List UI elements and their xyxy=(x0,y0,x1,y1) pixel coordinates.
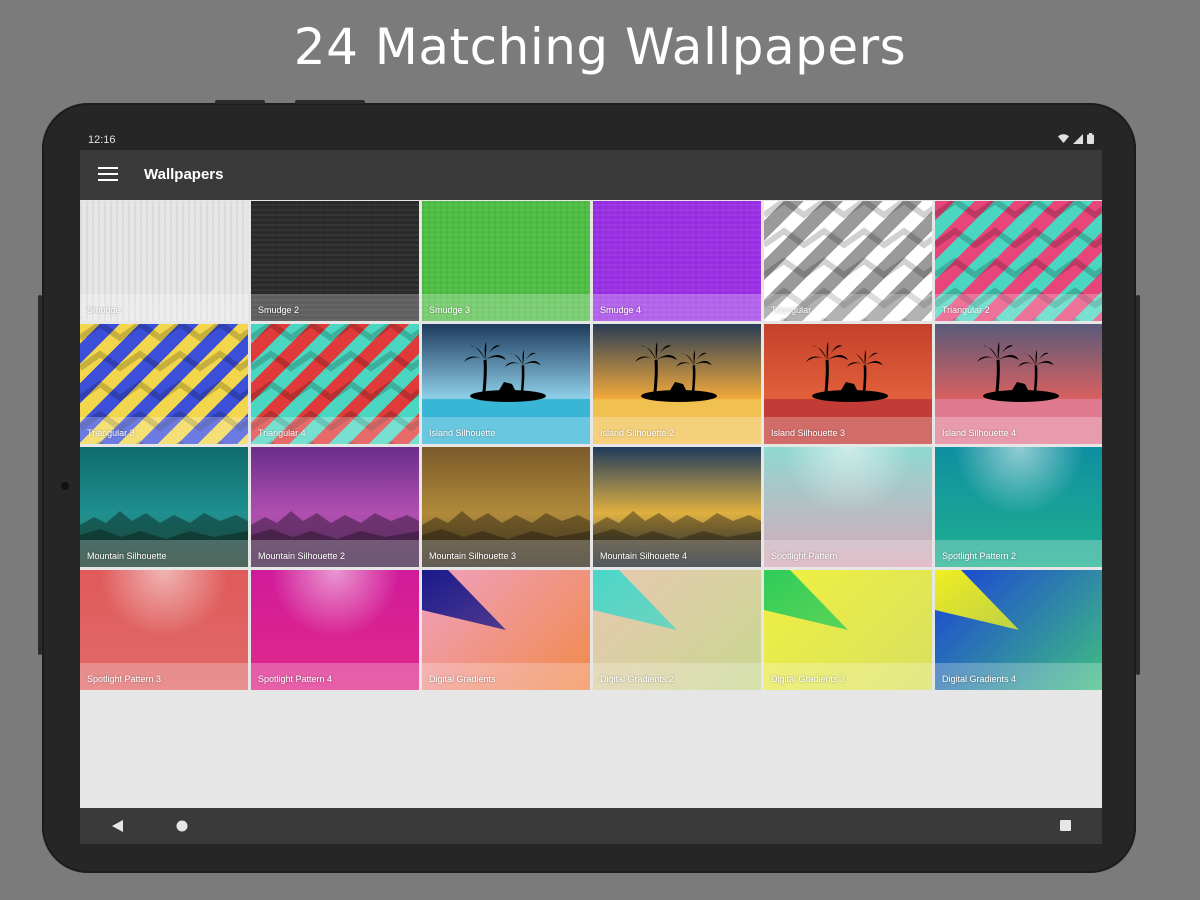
wallpaper-caption-bar: Island Silhouette xyxy=(422,417,590,444)
side-button-right xyxy=(1136,295,1140,675)
wallpaper-caption-bar: Island Silhouette 3 xyxy=(764,417,932,444)
wallpaper-caption-bar: Smudge 4 xyxy=(593,294,761,321)
home-circle-icon[interactable] xyxy=(176,820,188,832)
status-time: 12:16 xyxy=(88,134,116,146)
app-title: Wallpapers xyxy=(144,166,224,183)
wallpaper-caption-bar: Mountain Silhouette 4 xyxy=(593,540,761,567)
wallpaper-caption-bar: Island Silhouette 4 xyxy=(935,417,1102,444)
wallpaper-tile[interactable]: Island Silhouette 4 xyxy=(935,324,1102,444)
wifi-icon xyxy=(1058,133,1069,143)
wallpaper-label: Smudge 3 xyxy=(429,305,471,315)
wallpaper-caption-bar: Spotlight Pattern 4 xyxy=(251,663,419,690)
wallpaper-caption-bar: Mountain Silhouette 3 xyxy=(422,540,590,567)
wallpaper-caption-bar: Triangular 4 xyxy=(251,417,419,444)
app-bar: Wallpapers xyxy=(80,150,1102,200)
wallpaper-caption-bar: Spotlight Pattern 2 xyxy=(935,540,1102,567)
wallpaper-tile[interactable]: Triangular xyxy=(764,201,932,321)
status-bar: 12:16 xyxy=(80,130,1102,150)
wallpaper-label: Triangular 4 xyxy=(258,428,306,438)
wallpaper-label: Mountain Silhouette 3 xyxy=(429,551,517,561)
wallpaper-tile[interactable]: Mountain Silhouette 3 xyxy=(422,447,590,567)
wallpaper-tile[interactable]: Spotlight Pattern 3 xyxy=(80,570,248,690)
wallpaper-label: Island Silhouette 4 xyxy=(942,428,1017,438)
wallpaper-tile[interactable]: Smudge 3 xyxy=(422,201,590,321)
wallpaper-tile[interactable]: Triangular 4 xyxy=(251,324,419,444)
wallpaper-tile[interactable]: Triangular 2 xyxy=(935,201,1102,321)
side-button-left xyxy=(38,295,42,655)
signal-icon xyxy=(1073,133,1083,144)
wallpaper-tile[interactable]: Spotlight Pattern 4 xyxy=(251,570,419,690)
wallpaper-label: Triangular 2 xyxy=(942,305,990,315)
hamburger-menu-icon[interactable] xyxy=(98,167,118,183)
wallpaper-tile[interactable]: Mountain Silhouette 4 xyxy=(593,447,761,567)
wallpaper-label: Mountain Silhouette xyxy=(87,551,167,561)
wallpaper-caption-bar: Smudge xyxy=(80,294,248,321)
wallpaper-caption-bar: Spotlight Pattern xyxy=(764,540,932,567)
wallpaper-label: Spotlight Pattern 2 xyxy=(942,551,1017,561)
wallpaper-tile[interactable]: Spotlight Pattern xyxy=(764,447,932,567)
battery-icon xyxy=(1087,133,1094,144)
wallpaper-label: Triangular xyxy=(771,305,812,315)
wallpaper-tile[interactable]: Triangular 3 xyxy=(80,324,248,444)
back-triangle-icon[interactable] xyxy=(112,820,123,832)
wallpaper-label: Spotlight Pattern xyxy=(771,551,838,561)
wallpaper-caption-bar: Smudge 3 xyxy=(422,294,590,321)
volume-button-down xyxy=(295,100,365,104)
wallpaper-label: Digital Gradients 4 xyxy=(942,674,1017,684)
wallpaper-caption-bar: Digital Gradients 4 xyxy=(935,663,1102,690)
status-icons xyxy=(1058,133,1094,144)
wallpaper-label: Spotlight Pattern 4 xyxy=(258,674,333,684)
headline: 24 Matching Wallpapers xyxy=(293,18,907,76)
wallpaper-tile[interactable]: Island Silhouette xyxy=(422,324,590,444)
wallpaper-label: Digital Gradients xyxy=(429,674,496,684)
wallpaper-caption-bar: Digital Gradients 2 xyxy=(593,663,761,690)
navigation-bar xyxy=(80,808,1102,844)
wallpaper-tile[interactable]: Spotlight Pattern 2 xyxy=(935,447,1102,567)
wallpaper-label: Smudge 2 xyxy=(258,305,300,315)
wallpaper-tile[interactable]: Smudge xyxy=(80,201,248,321)
wallpaper-label: Smudge xyxy=(87,305,121,315)
wallpaper-tile[interactable]: Digital Gradients xyxy=(422,570,590,690)
wallpaper-caption-bar: Mountain Silhouette 2 xyxy=(251,540,419,567)
wallpaper-label: Island Silhouette 2 xyxy=(600,428,675,438)
wallpaper-caption-bar: Triangular 2 xyxy=(935,294,1102,321)
volume-button-up xyxy=(215,100,265,104)
wallpaper-tile[interactable]: Mountain Silhouette xyxy=(80,447,248,567)
wallpaper-label: Mountain Silhouette 4 xyxy=(600,551,688,561)
wallpaper-caption-bar: Digital Gradients xyxy=(422,663,590,690)
wallpaper-caption-bar: Triangular xyxy=(764,294,932,321)
wallpaper-label: Island Silhouette xyxy=(429,428,496,438)
wallpaper-label: Digital Gradients 2 xyxy=(600,674,675,684)
wallpaper-tile[interactable]: Island Silhouette 3 xyxy=(764,324,932,444)
wallpaper-caption-bar: Spotlight Pattern 3 xyxy=(80,663,248,690)
wallpaper-tile[interactable]: Island Silhouette 2 xyxy=(593,324,761,444)
wallpaper-tile[interactable]: Smudge 4 xyxy=(593,201,761,321)
wallpaper-label: Digital Gradients 3 xyxy=(771,674,846,684)
wallpaper-tile[interactable]: Smudge 2 xyxy=(251,201,419,321)
recents-square-icon[interactable] xyxy=(1060,820,1071,831)
wallpaper-caption-bar: Digital Gradients 3 xyxy=(764,663,932,690)
wallpaper-label: Spotlight Pattern 3 xyxy=(87,674,162,684)
wallpaper-caption-bar: Triangular 3 xyxy=(80,417,248,444)
camera-dot xyxy=(61,482,69,490)
device-screen: 12:16 Wallpapers Smudge Smudge 2 Smudge 3S… xyxy=(80,130,1102,844)
wallpaper-label: Island Silhouette 3 xyxy=(771,428,846,438)
wallpaper-caption-bar: Smudge 2 xyxy=(251,294,419,321)
wallpaper-label: Triangular 3 xyxy=(87,428,135,438)
wallpaper-caption-bar: Mountain Silhouette xyxy=(80,540,248,567)
wallpaper-label: Mountain Silhouette 2 xyxy=(258,551,346,561)
wallpaper-grid: Smudge Smudge 2 Smudge 3 Smudge 4 Triangula… xyxy=(80,201,1102,690)
wallpaper-tile[interactable]: Mountain Silhouette 2 xyxy=(251,447,419,567)
wallpaper-caption-bar: Island Silhouette 2 xyxy=(593,417,761,444)
wallpaper-label: Smudge 4 xyxy=(600,305,642,315)
wallpaper-tile[interactable]: Digital Gradients 2 xyxy=(593,570,761,690)
wallpaper-tile[interactable]: Digital Gradients 3 xyxy=(764,570,932,690)
wallpaper-tile[interactable]: Digital Gradients 4 xyxy=(935,570,1102,690)
